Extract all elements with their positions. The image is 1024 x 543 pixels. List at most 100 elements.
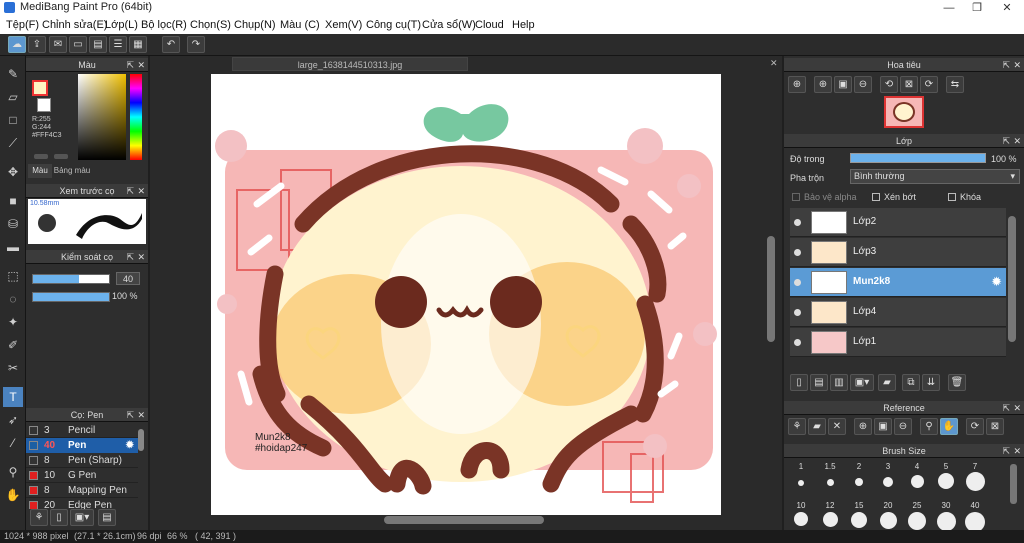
reset-view-icon[interactable]: ⊠ (900, 76, 918, 93)
brush-tool-icon[interactable]: ✎ (3, 64, 23, 84)
brush-properties-icon[interactable]: ▤ (98, 509, 116, 526)
brush-size-cell[interactable]: 40 (962, 501, 988, 532)
duplicate-layer-icon[interactable]: ⧉ (902, 374, 920, 391)
menu-help[interactable]: Help (512, 19, 535, 31)
blend-mode-select[interactable]: Bình thường ▾ (850, 169, 1020, 184)
line-tool-icon[interactable]: ⟋ (3, 133, 23, 153)
close-icon[interactable]: ✕ (1013, 444, 1021, 458)
new-layer-icon[interactable]: ▯ (790, 374, 808, 391)
clip-checkbox[interactable] (872, 193, 880, 201)
saturation-value-picker[interactable] (78, 74, 126, 160)
lock-checkbox[interactable] (948, 193, 956, 201)
new-halftone-layer-icon[interactable]: ▤ (810, 374, 828, 391)
menu-capture[interactable]: Chụp(N) (234, 19, 276, 31)
lasso-tool-icon[interactable]: ◌ (3, 289, 23, 309)
redo-button[interactable]: ↷ (187, 36, 205, 53)
select-tool-icon[interactable]: ⬚ (3, 266, 23, 286)
menu-color[interactable]: Màu (C) (280, 19, 320, 31)
comment-icon[interactable]: ✉ (49, 36, 67, 53)
layer-row-selected[interactable]: Mun2k8 ✹ (790, 268, 1006, 297)
menu-edit[interactable]: Chỉnh sửa(E) (42, 19, 107, 31)
float-icon[interactable]: ⇱ (126, 408, 134, 422)
undo-button[interactable]: ↶ (162, 36, 180, 53)
brush-size-cell[interactable]: 20 (875, 501, 901, 532)
float-icon[interactable]: ⇱ (126, 184, 134, 198)
brush-size-cell[interactable]: 5 (933, 462, 959, 491)
layer-menu-icon[interactable]: ▣▾ (850, 374, 874, 391)
list-icon[interactable]: ☰ (109, 36, 127, 53)
new-8bit-layer-icon[interactable]: ▥ (830, 374, 848, 391)
upload-icon[interactable]: ⇪ (28, 36, 46, 53)
brush-size-cell[interactable]: 15 (846, 501, 872, 532)
vertical-scrollbar[interactable] (767, 236, 775, 342)
zoom-in-icon[interactable]: ⊕ (788, 76, 806, 93)
reference-open-icon[interactable]: ⚘ (788, 418, 806, 435)
close-icon[interactable]: ✕ (1013, 58, 1021, 72)
color-option-icon-2[interactable] (54, 154, 68, 159)
cloud-icon[interactable]: ☁ (8, 36, 26, 53)
zoom-in-alt-icon[interactable]: ⊕ (814, 76, 832, 93)
reference-zoom-in-icon[interactable]: ⊕ (854, 418, 872, 435)
menu-select[interactable]: Chọn(S) (190, 19, 231, 31)
menu-file[interactable]: Tệp(F) (6, 19, 39, 31)
gradient-tool-icon[interactable]: ▬ (3, 237, 23, 257)
maximize-button[interactable]: ❐ (962, 0, 992, 16)
float-icon[interactable]: ⇱ (1002, 444, 1010, 458)
hand-tool-icon[interactable]: ✋ (3, 485, 23, 505)
brush-size-cell[interactable]: 1 (788, 462, 814, 491)
bucket-tool-icon[interactable]: ⛁ (3, 214, 23, 234)
delete-layer-icon[interactable]: 🗑 (948, 374, 966, 391)
brush-size-cell[interactable]: 30 (933, 501, 959, 532)
close-icon[interactable]: ✕ (137, 408, 145, 422)
menu-cloud[interactable]: Cloud (475, 19, 504, 31)
share-icon[interactable]: ▭ (69, 36, 87, 53)
float-icon[interactable]: ⇱ (126, 58, 134, 72)
merge-layer-icon[interactable]: ⇊ (922, 374, 940, 391)
menu-filter[interactable]: Bộ lọc(R) (141, 19, 187, 31)
brush-size-cell[interactable]: 7 (962, 462, 988, 491)
eyedropper-tool-icon[interactable]: ⚲ (3, 462, 23, 482)
new-brush-icon[interactable]: ▯ (50, 509, 68, 526)
alpha-protect-checkbox[interactable] (792, 193, 800, 201)
operation-tool-icon[interactable]: ➶ (3, 410, 23, 430)
brush-size-scrollbar[interactable] (1010, 464, 1017, 504)
magic-wand-tool-icon[interactable]: ✦ (3, 312, 23, 332)
tab-color[interactable]: Màu (28, 164, 52, 178)
brush-size-input[interactable]: 40 (116, 272, 140, 285)
menu-view[interactable]: Xem(V) (325, 19, 362, 31)
brush-size-cell[interactable]: 4 (904, 462, 930, 491)
fit-icon[interactable]: ▣ (834, 76, 852, 93)
text-tool-icon[interactable]: T (3, 387, 23, 407)
float-icon[interactable]: ⇱ (126, 250, 134, 264)
navigator-thumbnail[interactable] (884, 96, 924, 128)
folder-icon[interactable]: ▰ (878, 374, 896, 391)
close-icon[interactable]: ✕ (137, 58, 145, 72)
flip-icon[interactable]: ⇆ (946, 76, 964, 93)
layer-row[interactable]: Lớp3 (790, 238, 1006, 267)
reference-hand-icon[interactable]: ✋ (940, 418, 958, 435)
fill-rect-tool-icon[interactable]: ■ (3, 191, 23, 211)
brush-size-cell[interactable]: 3 (875, 462, 901, 491)
close-icon[interactable]: ✕ (1013, 134, 1021, 148)
brush-size-slider[interactable] (32, 274, 110, 284)
layer-scrollbar[interactable] (1008, 216, 1016, 342)
foreground-color-swatch[interactable] (32, 80, 48, 96)
brush-size-cell[interactable]: 1.5 (817, 462, 843, 491)
brush-opacity-slider[interactable] (32, 292, 110, 302)
reference-folder-icon[interactable]: ▰ (808, 418, 826, 435)
brush-list-scrollbar[interactable] (138, 429, 144, 451)
layer-row[interactable]: Lớp2 (790, 208, 1006, 237)
list-item[interactable]: 8 Mapping Pen (26, 483, 138, 498)
brush-menu-icon[interactable]: ▣▾ (70, 509, 94, 526)
reference-fit-icon[interactable]: ▣ (874, 418, 892, 435)
list-item[interactable]: 3 Pencil (26, 423, 138, 438)
brush-size-cell[interactable]: 2 (846, 462, 872, 491)
layer-row[interactable]: Lớp1 (790, 328, 1006, 357)
list-item[interactable]: 10 G Pen (26, 468, 138, 483)
hue-slider[interactable] (130, 74, 142, 160)
minimize-button[interactable]: — (934, 0, 964, 16)
document-icon[interactable]: ▤ (89, 36, 107, 53)
brush-size-cell[interactable]: 10 (788, 501, 814, 532)
rotate-icon[interactable]: ⟲ (880, 76, 898, 93)
reference-eyedropper-icon[interactable]: ⚲ (920, 418, 938, 435)
